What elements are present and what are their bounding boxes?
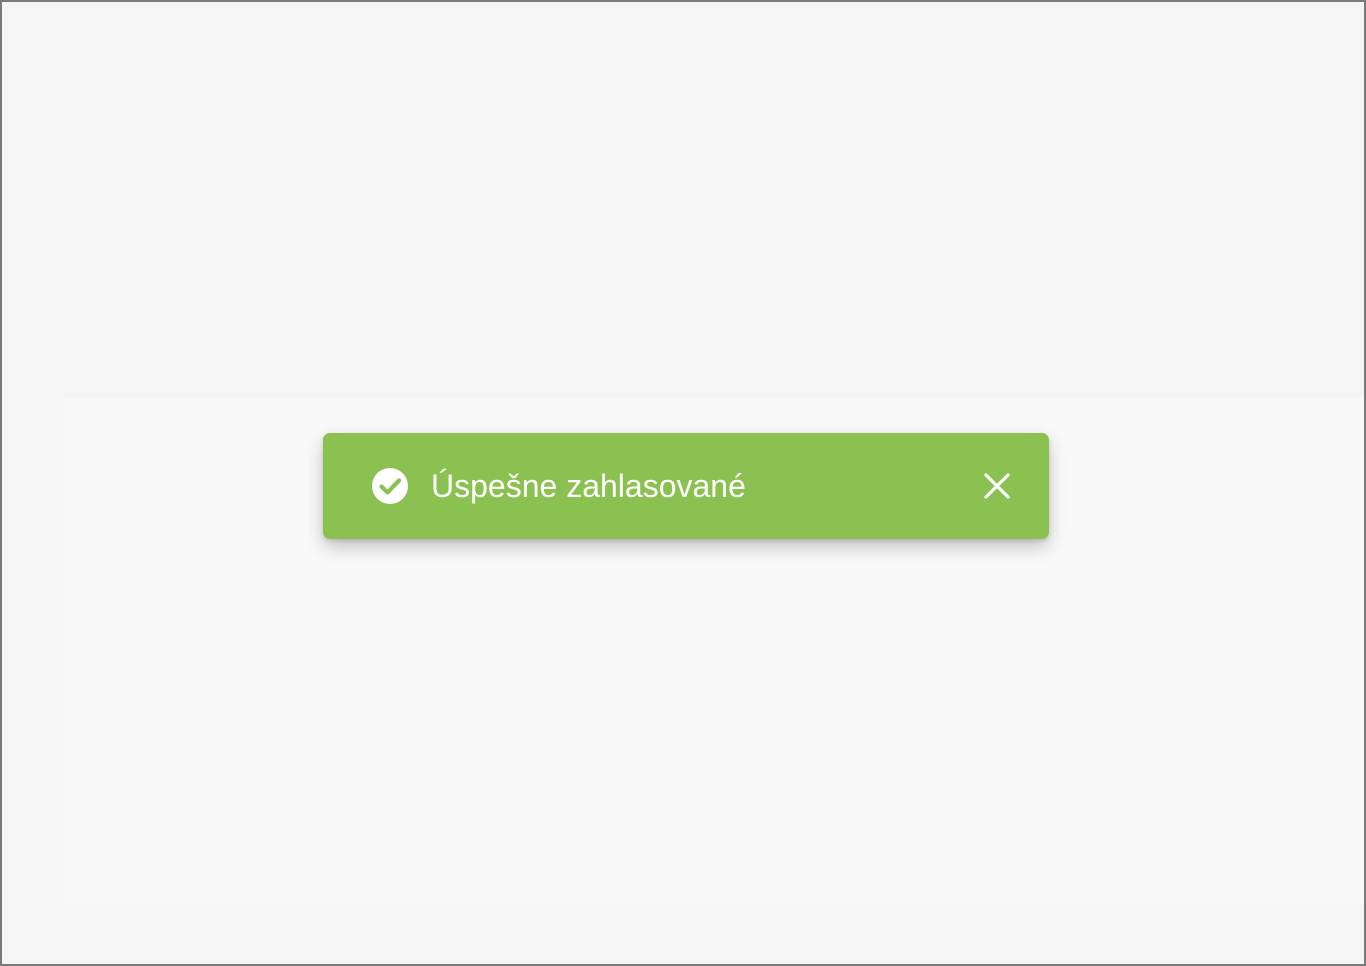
close-icon bbox=[984, 473, 1010, 499]
toast-message: Úspešne zahlasované bbox=[431, 468, 746, 504]
success-toast: Úspešne zahlasované bbox=[323, 433, 1049, 539]
close-toast-button[interactable] bbox=[979, 468, 1015, 504]
screen-frame: Úspešne zahlasované bbox=[0, 0, 1366, 966]
check-circle-icon bbox=[371, 467, 409, 505]
